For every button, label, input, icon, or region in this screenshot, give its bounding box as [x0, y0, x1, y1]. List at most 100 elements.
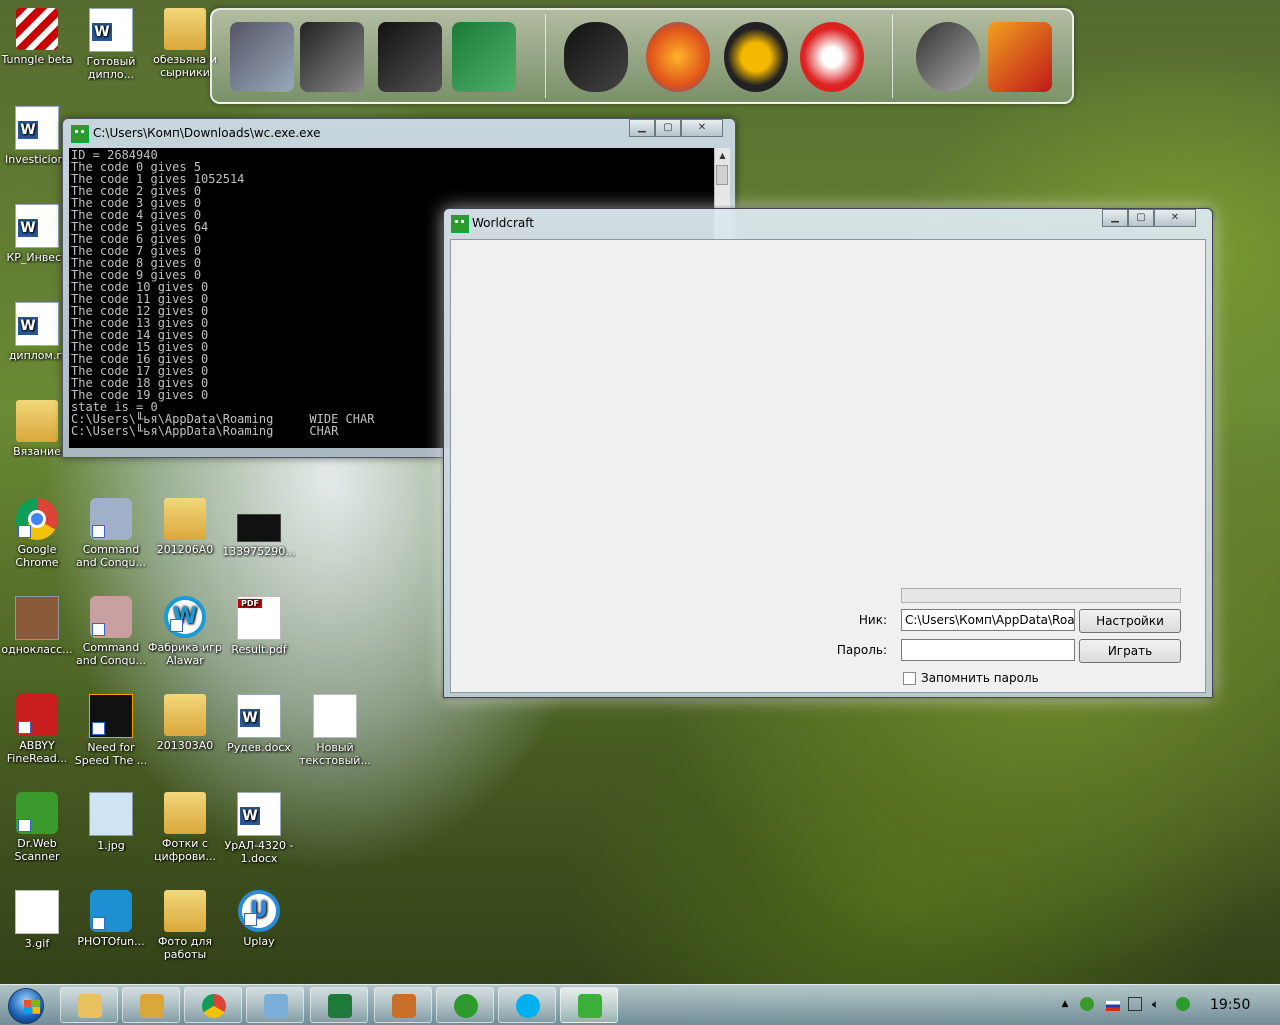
maximize-button[interactable]: ▢: [655, 119, 681, 137]
shortcut-arrow-icon: [18, 819, 31, 832]
taskbar-item-chrome[interactable]: [184, 987, 242, 1023]
utorrent-tray-icon[interactable]: [1176, 997, 1190, 1011]
desktop-icon-133975290[interactable]: 133975290...: [222, 498, 296, 558]
taskbar-item-utorrent[interactable]: [436, 987, 494, 1023]
taskbar-item-worldcraft[interactable]: [560, 987, 618, 1023]
computer-icon[interactable]: [230, 22, 294, 92]
scrollbar-thumb[interactable]: [716, 165, 728, 185]
gamepad-icon[interactable]: [564, 22, 628, 92]
skype-icon: [516, 994, 540, 1018]
tray-green-icon[interactable]: [1080, 997, 1094, 1011]
desktop-icon-drweb[interactable]: Dr.Web Scanner: [0, 792, 74, 863]
mobile-phone-icon[interactable]: [300, 22, 364, 92]
desktop-icon-command-conquer-2[interactable]: Command and Conqu...: [74, 596, 148, 667]
clock[interactable]: 19:50: [1210, 997, 1250, 1013]
password-input[interactable]: [901, 639, 1075, 661]
word-document-icon: [237, 694, 281, 738]
desktop-icon-photofun[interactable]: PHOTOfun...: [74, 890, 148, 948]
shortcut-arrow-icon: [170, 619, 183, 632]
desktop-icon-odnoklass[interactable]: однокласс...: [0, 596, 74, 656]
icon-label: Uplay: [243, 935, 275, 948]
desktop-icon-tunngle[interactable]: Tunngle beta: [0, 8, 74, 66]
taskbar-item-r-app[interactable]: [122, 987, 180, 1023]
desktop-icon-rudev-docx[interactable]: Рудев.docx: [222, 694, 296, 754]
image-icon: [15, 596, 59, 640]
desktop-icon-gotovyi-diplom[interactable]: Готовый дипло...: [74, 8, 148, 81]
volume-icon[interactable]: 🔈︎: [1152, 997, 1166, 1011]
minimize-button[interactable]: ▁: [629, 119, 655, 137]
remember-password-checkbox[interactable]: [903, 672, 916, 685]
word-document-icon: [15, 204, 59, 248]
ccleaner-icon[interactable]: [800, 22, 864, 92]
autumn-tree-icon[interactable]: [988, 22, 1052, 92]
icon-label: УрАЛ-4320 - 1.docx: [224, 839, 294, 865]
desktop-icon-1jpg[interactable]: 1.jpg: [74, 792, 148, 852]
icon-label: Фото для работы: [157, 935, 213, 961]
folder-icon: [164, 890, 206, 932]
utorrent-icon: [454, 994, 478, 1018]
start-button[interactable]: [2, 986, 48, 1024]
icon-label: 1.jpg: [97, 839, 125, 852]
explorer-folder-icon: [78, 994, 102, 1018]
desktop-icon-command-conquer-1[interactable]: Command and Conqu...: [74, 498, 148, 569]
game-character-icon: [392, 994, 416, 1018]
excel-icon[interactable]: [452, 22, 516, 92]
r-app-icon[interactable]: [916, 22, 980, 92]
play-button[interactable]: Играть: [1079, 639, 1181, 663]
icon-label: однокласс...: [1, 643, 73, 656]
worldcraft-app-icon: [451, 215, 469, 233]
desktop-icon-need-for-speed[interactable]: Need for Speed The ...: [74, 694, 148, 767]
desktop-icon-201303a0[interactable]: 201303A0: [148, 694, 222, 752]
icon-label: Фотки с цифрови...: [154, 837, 216, 863]
password-label: Пароль:: [836, 643, 887, 657]
firefox-icon[interactable]: [646, 22, 710, 92]
desktop-icon-fotki[interactable]: Фотки с цифрови...: [148, 792, 222, 863]
maximize-button[interactable]: ▢: [1128, 209, 1154, 227]
language-indicator[interactable]: [1102, 997, 1120, 1011]
remember-password-label[interactable]: Запомнить пароль: [921, 671, 1039, 685]
taskbar-item-explorer[interactable]: [60, 987, 118, 1023]
desktop-icon-google-chrome[interactable]: Google Chrome: [0, 498, 74, 569]
icon-label: 133975290...: [222, 545, 296, 558]
minimize-button[interactable]: ▁: [1102, 209, 1128, 227]
nick-input[interactable]: C:\Users\Комп\AppData\Roaming: [901, 609, 1075, 631]
drweb-spider-icon: [16, 792, 58, 834]
action-center-icon[interactable]: [1128, 997, 1142, 1011]
desktop-icon-result-pdf[interactable]: Result.pdf: [222, 596, 296, 656]
scroll-up-icon[interactable]: ▲: [715, 148, 730, 163]
desktop-icon-alawar[interactable]: W Фабрика игр Alawar: [148, 596, 222, 667]
icon-label: Need for Speed The ...: [74, 741, 148, 767]
desktop-icon-uplay[interactable]: U Uplay: [222, 890, 296, 948]
desktop-icon-201206a0[interactable]: 201206A0: [148, 498, 222, 556]
nick-label: Ник:: [858, 613, 887, 627]
taskbar-item-skype[interactable]: [498, 987, 556, 1023]
show-hidden-icons[interactable]: ▲: [1058, 997, 1072, 1011]
command-conquer-icon: [90, 596, 132, 638]
desktop-icon-novyi-txt[interactable]: Новый текстовый...: [298, 694, 372, 767]
shortcut-arrow-icon: [18, 721, 31, 734]
taskbar-item-picture-viewer[interactable]: [246, 987, 304, 1023]
safe-icon[interactable]: [378, 22, 442, 92]
excel-icon: [328, 994, 352, 1018]
aimp-icon[interactable]: [724, 22, 788, 92]
desktop-icon-foto-dlya-raboty[interactable]: Фото для работы: [148, 890, 222, 961]
desktop-icon-ural-docx[interactable]: УрАЛ-4320 - 1.docx: [222, 792, 296, 865]
app-icon: [71, 125, 89, 143]
download-progress-bar: [901, 588, 1181, 603]
desktop-icon-abbyy[interactable]: ABBYY FineRead...: [0, 694, 74, 765]
console-title: C:\Users\Комп\Downloads\wc.exe.exe: [93, 126, 321, 140]
settings-button[interactable]: Настройки: [1079, 609, 1181, 633]
taskbar-item-excel[interactable]: [310, 987, 368, 1023]
taskbar-item-game[interactable]: [374, 987, 432, 1023]
shortcut-arrow-icon: [92, 623, 105, 636]
close-button[interactable]: ✕: [1154, 209, 1196, 227]
icon-label: Google Chrome: [15, 543, 59, 569]
worldcraft-window[interactable]: Worldcraft ▁ ▢ ✕ Ник: C:\Users\Комп\AppD…: [443, 208, 1213, 698]
worldcraft-client-area: Ник: C:\Users\Комп\AppData\Roaming Настр…: [450, 239, 1206, 693]
icon-label: Новый текстовый...: [299, 741, 371, 767]
desktop-icon-3gif[interactable]: 3.gif: [0, 890, 74, 950]
worldcraft-title: Worldcraft: [472, 216, 534, 230]
worldcraft-creeper-icon: [578, 994, 602, 1018]
console-title-bar[interactable]: C:\Users\Комп\Downloads\wc.exe.exe ▁ ▢ ✕: [63, 119, 735, 147]
close-button[interactable]: ✕: [681, 119, 723, 137]
